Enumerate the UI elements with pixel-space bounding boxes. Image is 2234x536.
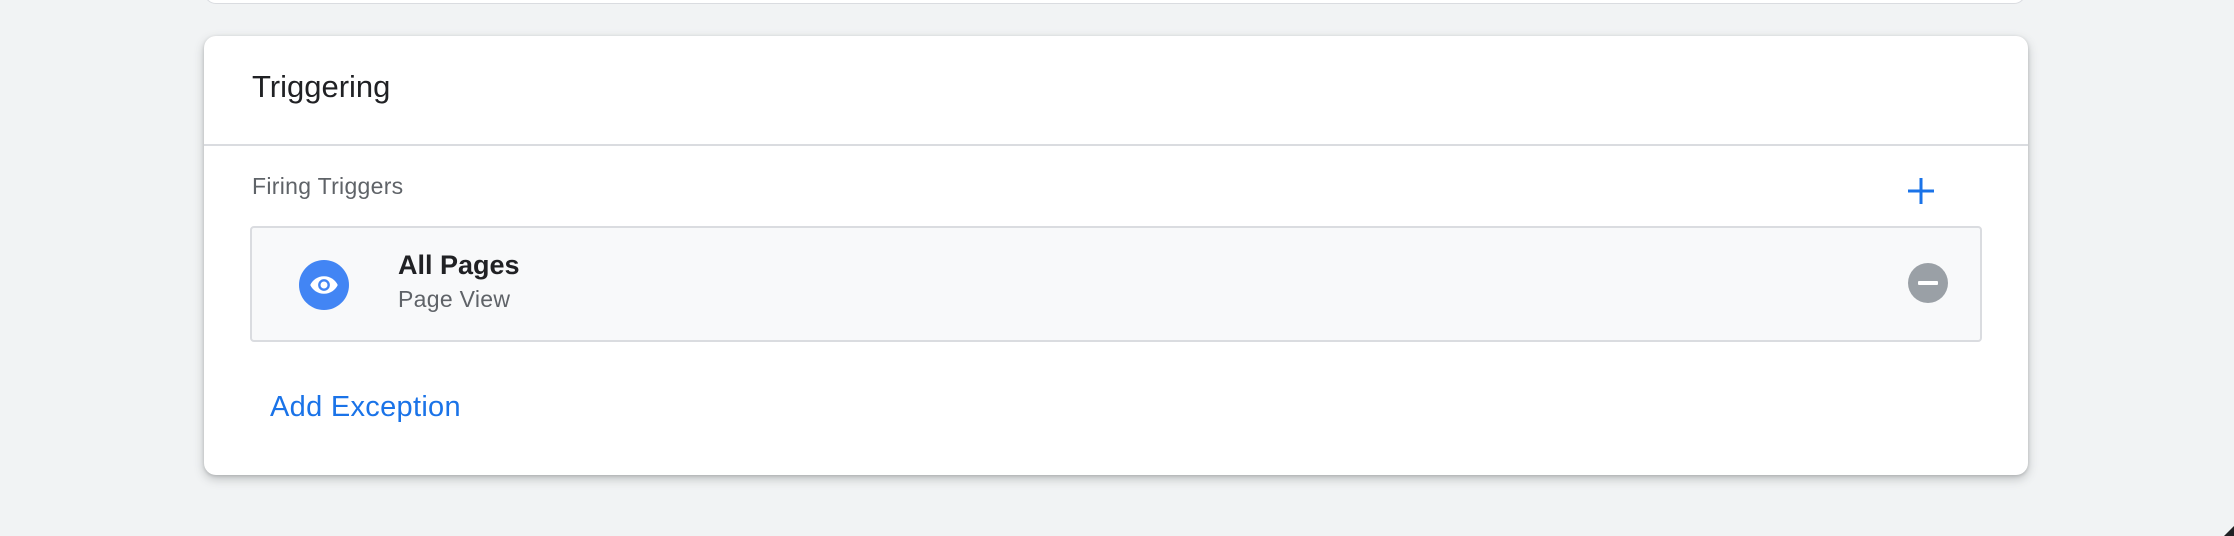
minus-circle-icon — [1918, 281, 1938, 285]
plus-icon — [1908, 178, 1934, 204]
eye-icon — [299, 260, 349, 310]
card-title: Triggering — [252, 69, 391, 104]
resize-corner-icon — [2224, 526, 2234, 536]
previous-card-edge — [204, 0, 2026, 4]
remove-trigger-button[interactable] — [1908, 263, 1948, 303]
trigger-type: Page View — [398, 286, 511, 312]
triggering-card: Triggering Firing Triggers All Pages Pag… — [204, 36, 2028, 475]
firing-triggers-label: Firing Triggers — [252, 173, 404, 199]
trigger-row-all-pages[interactable]: All Pages Page View — [250, 226, 1982, 342]
card-header: Triggering — [204, 36, 2028, 146]
add-exception-link[interactable]: Add Exception — [270, 391, 461, 424]
trigger-name: All Pages — [398, 250, 520, 280]
add-trigger-button[interactable] — [1902, 172, 1940, 210]
